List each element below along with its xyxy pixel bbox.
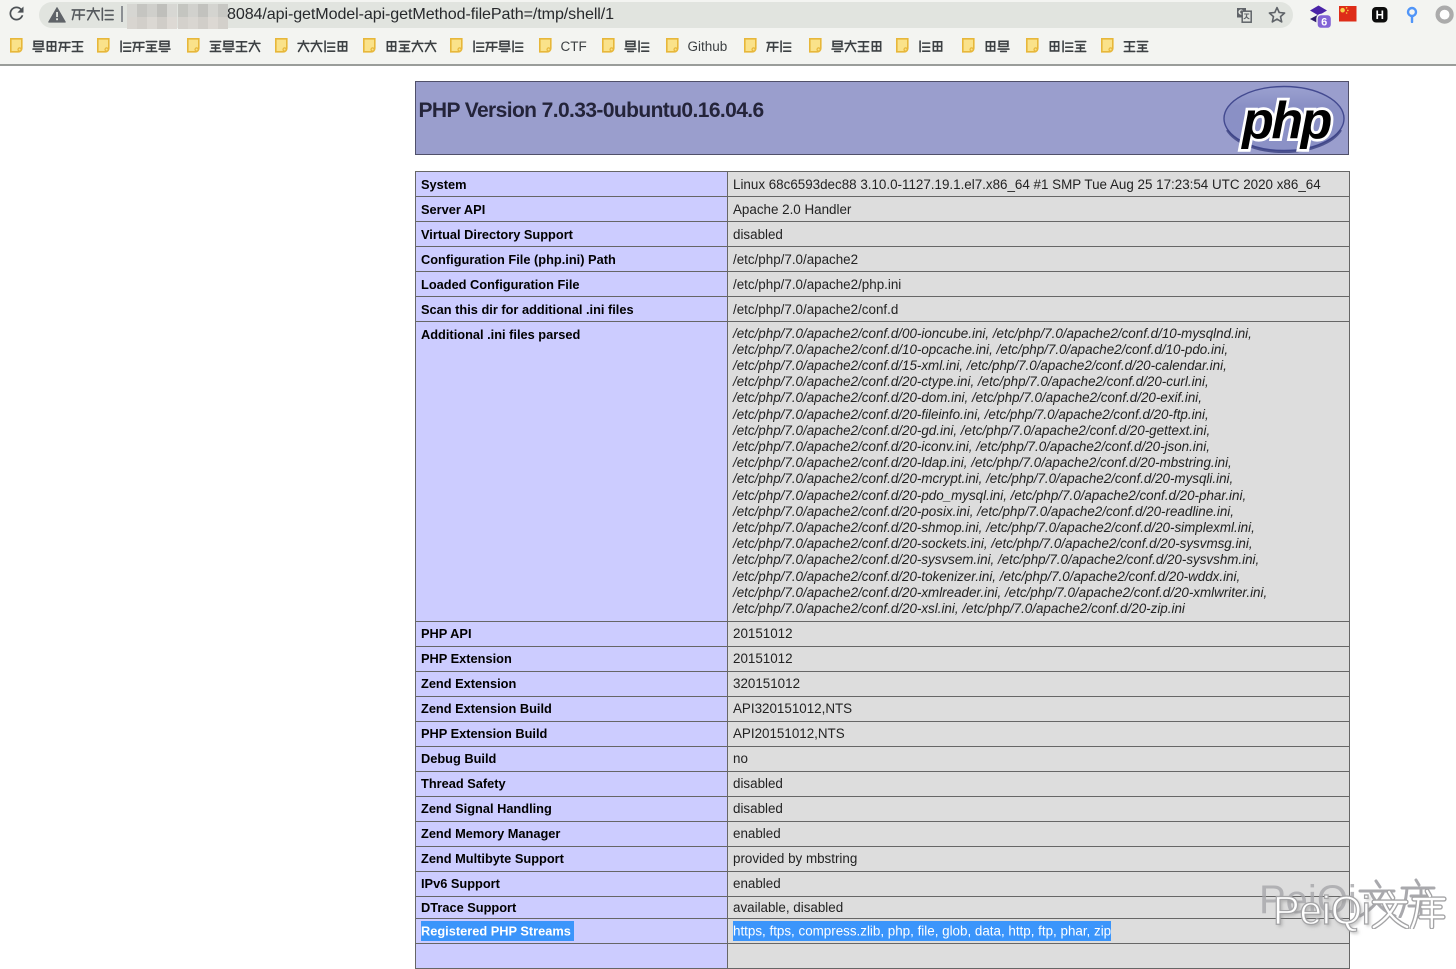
- svg-text:6: 6: [1321, 17, 1327, 29]
- svg-text:H: H: [1375, 10, 1383, 22]
- svg-text:php: php: [1240, 92, 1332, 150]
